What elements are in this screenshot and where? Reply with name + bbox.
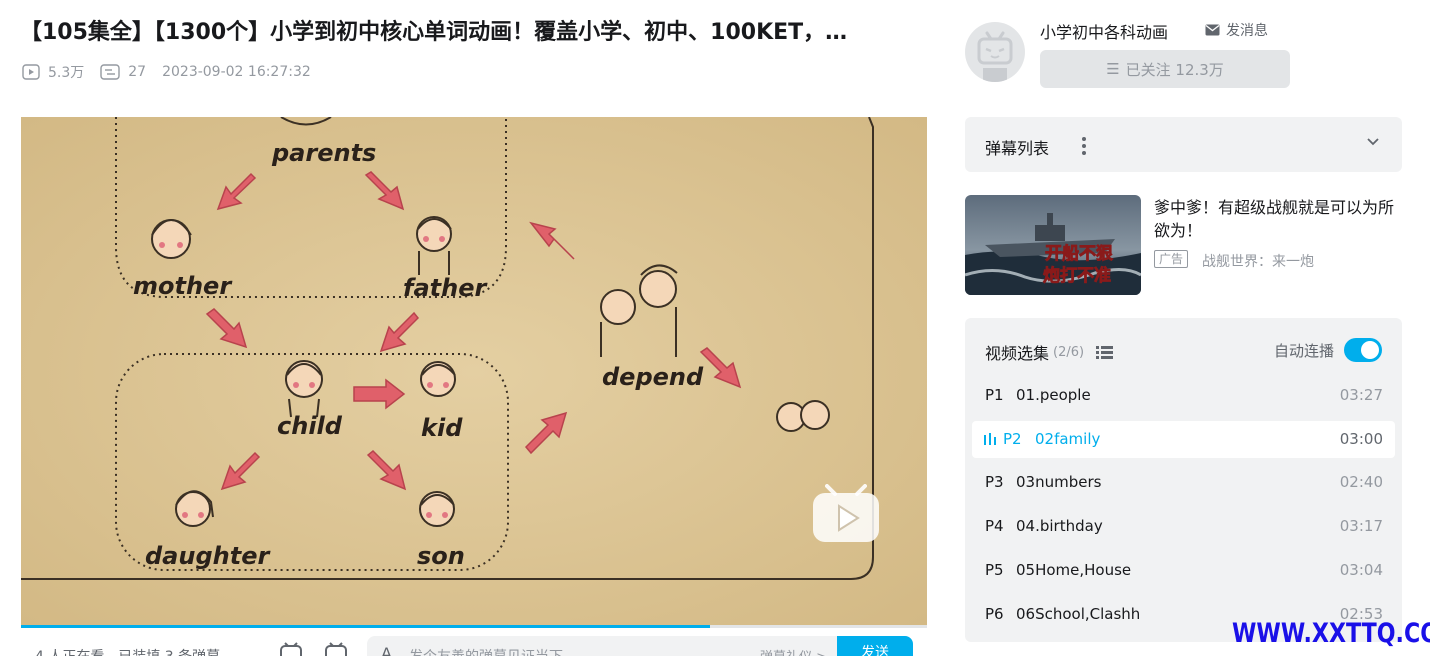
video-frame: parents mother father child kid daughter… bbox=[21, 117, 927, 627]
uploader-name[interactable]: 小学初中各科动画 bbox=[1040, 19, 1168, 43]
video-title: 【105集全】【1300个】小学到初中核心单词动画！覆盖小学、初中、100KET… bbox=[20, 20, 848, 45]
tv-avatar-icon bbox=[977, 31, 1013, 82]
episode-duration: 03:17 bbox=[1339, 517, 1383, 535]
video-player[interactable]: parents mother father child kid daughter… bbox=[21, 117, 927, 627]
danmaku-count-text: 27 bbox=[128, 64, 147, 80]
view-count-text: 5.3万 bbox=[48, 65, 85, 81]
ad-title[interactable]: 爹中爹！有超级战舰就是可以为所欲为！ bbox=[1154, 196, 1402, 242]
word-kid: kid bbox=[421, 414, 463, 442]
chevron-down-icon[interactable] bbox=[1366, 137, 1380, 147]
play-button[interactable] bbox=[811, 482, 881, 544]
episode-number: P3 bbox=[985, 473, 1004, 491]
word-daughter: daughter bbox=[145, 542, 271, 570]
episode-item-active[interactable]: P2 02family 03:00 bbox=[972, 421, 1395, 458]
ad-image-text-1: 开船不狠 bbox=[1045, 243, 1114, 264]
danmaku-count: 27 bbox=[100, 64, 146, 80]
progress-fill bbox=[21, 625, 710, 628]
toggle-knob bbox=[1361, 341, 1379, 359]
ad-image-text-2: 炮打不准 bbox=[1043, 265, 1111, 286]
word-mother: mother bbox=[133, 272, 233, 300]
episode-title: 01.people bbox=[1016, 386, 1091, 404]
site-watermark: WWW.XXTTQ.COM bbox=[1232, 618, 1430, 649]
episode-number: P5 bbox=[985, 561, 1004, 579]
episode-item[interactable]: P1 01.people 03:27 bbox=[972, 377, 1395, 414]
follow-button[interactable]: ☰ 已关注 12.3万 bbox=[1040, 50, 1290, 88]
episode-list-header: 视频选集 (2/6) bbox=[985, 340, 1114, 364]
ad-badge: 广告 bbox=[1154, 250, 1189, 268]
word-parents: parents bbox=[271, 139, 376, 167]
autoplay-toggle[interactable] bbox=[1344, 338, 1382, 362]
ad-source[interactable]: 战舰世界：来一炮 bbox=[1202, 251, 1314, 271]
episode-number: P6 bbox=[985, 605, 1004, 623]
now-playing-icon bbox=[984, 433, 996, 445]
danmaku-input[interactable]: A 发个友善的弹幕见证当下 弹幕礼仪 > bbox=[367, 636, 837, 656]
danmaku-list-panel[interactable]: 弹幕列表 bbox=[965, 117, 1402, 172]
episode-number: P1 bbox=[985, 386, 1004, 404]
episode-title: 04.birthday bbox=[1016, 517, 1103, 535]
episode-item[interactable]: P5 05Home,House 03:04 bbox=[972, 552, 1395, 589]
episode-title: 05Home,House bbox=[1016, 561, 1132, 579]
ad-thumbnail[interactable]: 开船不狠 炮打不准 bbox=[965, 195, 1141, 295]
text-style-icon[interactable]: A bbox=[381, 644, 392, 656]
episode-number: P2 bbox=[1003, 430, 1022, 448]
episode-title: 03numbers bbox=[1016, 473, 1102, 491]
follow-label: 已关注 12.3万 bbox=[1125, 60, 1224, 79]
danmaku-placeholder: 发个友善的弹幕见证当下 bbox=[409, 646, 563, 656]
view-count: 5.3万 bbox=[22, 62, 84, 82]
episode-duration: 03:27 bbox=[1339, 386, 1383, 404]
autoplay-control: 自动连播 bbox=[1274, 338, 1382, 362]
danmaku-toggle-icon[interactable] bbox=[279, 642, 303, 656]
more-options-icon[interactable] bbox=[1081, 135, 1087, 157]
word-son: son bbox=[417, 542, 465, 570]
uploader-avatar[interactable] bbox=[965, 22, 1025, 82]
danmaku-etiquette-link[interactable]: 弹幕礼仪 > bbox=[760, 646, 827, 656]
video-meta: 5.3万 27 2023-09-02 16:27:32 bbox=[22, 62, 327, 82]
episode-item[interactable]: P4 04.birthday 03:17 bbox=[972, 508, 1395, 545]
play-count-icon bbox=[22, 64, 40, 80]
episode-duration: 03:04 bbox=[1339, 561, 1383, 579]
episode-duration: 03:00 bbox=[1339, 430, 1383, 448]
video-page: 【105集全】【1300个】小学到初中核心单词动画！覆盖小学、初中、100KET… bbox=[0, 0, 1430, 656]
danmaku-list-label: 弹幕列表 bbox=[985, 139, 1050, 158]
danmaku-count-icon bbox=[100, 64, 120, 80]
list-view-icon[interactable] bbox=[1096, 345, 1114, 359]
viewer-count: 4 人正在看，已装填 3 条弹幕 bbox=[35, 646, 220, 656]
mail-icon bbox=[1205, 24, 1220, 36]
episode-list-label: 视频选集 bbox=[985, 344, 1050, 363]
episode-list-panel: 视频选集 (2/6) 自动连播 P1 01.people 03:27 P2 02… bbox=[965, 318, 1402, 642]
danmaku-settings-icon[interactable] bbox=[324, 642, 348, 656]
episode-item[interactable]: P3 03numbers 02:40 bbox=[972, 464, 1395, 501]
episode-title: 06School,Clashh bbox=[1016, 605, 1141, 623]
episode-number: P4 bbox=[985, 517, 1004, 535]
word-father: father bbox=[403, 274, 488, 302]
progress-bar[interactable] bbox=[21, 625, 927, 628]
episode-title: 02family bbox=[1035, 430, 1101, 448]
publish-date: 2023-09-02 16:27:32 bbox=[162, 64, 311, 80]
menu-icon: ☰ bbox=[1106, 60, 1120, 78]
word-child: child bbox=[277, 412, 343, 440]
word-depend: depend bbox=[602, 363, 704, 391]
send-message-button[interactable]: 发消息 bbox=[1205, 20, 1268, 40]
autoplay-label: 自动连播 bbox=[1273, 341, 1334, 360]
episode-count: (2/6) bbox=[1053, 344, 1085, 360]
episode-duration: 02:40 bbox=[1339, 473, 1383, 491]
battleship-image: 开船不狠 炮打不准 bbox=[965, 195, 1141, 295]
send-message-label: 发消息 bbox=[1226, 23, 1268, 39]
danmaku-bar: 4 人正在看，已装填 3 条弹幕 A 发个友善的弹幕见证当下 弹幕礼仪 > 发送 bbox=[21, 630, 927, 656]
send-danmaku-button[interactable]: 发送 bbox=[837, 636, 913, 656]
